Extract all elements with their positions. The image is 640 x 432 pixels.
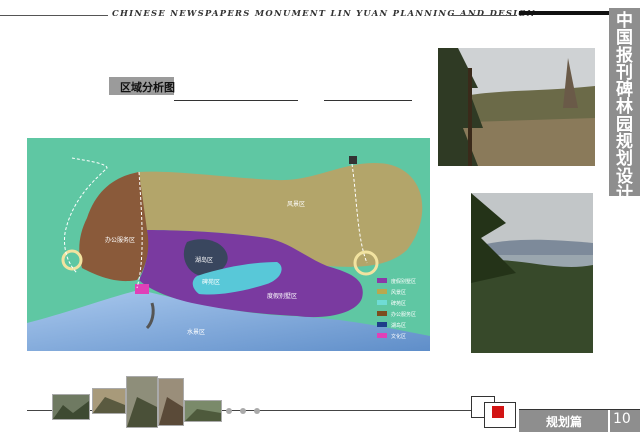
- page-number: 10: [613, 411, 631, 427]
- legend-swatch: [377, 278, 387, 283]
- side-title-char: 计: [616, 183, 633, 204]
- culture-zone: [135, 284, 149, 294]
- section-heading: 区域分析图: [120, 81, 175, 94]
- legend-label: 碑苑区: [391, 300, 406, 307]
- legend-swatch: [377, 333, 387, 338]
- header-title: CHINESE NEWSPAPERS MONUMENT LIN YUAN PLA…: [112, 8, 536, 18]
- pavilion-icon: [349, 156, 357, 164]
- zone-label: 水景区: [187, 328, 205, 336]
- footer-separator: [608, 410, 610, 432]
- pagination-dot: [240, 408, 246, 414]
- legend-label: 湖岛区: [391, 322, 406, 329]
- legend-swatch: [377, 311, 387, 316]
- legend-swatch: [377, 289, 387, 294]
- header-accent-bar: [519, 11, 610, 15]
- legend-swatch: [377, 322, 387, 327]
- site-photo-forest: [438, 48, 595, 166]
- decor-red-square: [492, 406, 504, 418]
- section-rule-right: [324, 100, 412, 101]
- side-title-char: 国: [616, 28, 633, 49]
- zone-label: 湖岛区: [195, 256, 213, 264]
- zone-label: 碑苑区: [202, 278, 220, 286]
- thumbnail-image: [52, 394, 90, 420]
- legend-label: 办公服务区: [391, 311, 416, 318]
- thumbnail-image: [92, 388, 126, 414]
- header-rule-left: [0, 15, 108, 16]
- header-rule-right: [451, 15, 517, 16]
- legend-label: 度假别墅区: [391, 278, 416, 285]
- pagination-dot: [254, 408, 260, 414]
- footer-section-label: 规划篇: [546, 415, 583, 429]
- zone-analysis-map: 风景区 办公服务区 度假别墅区 湖岛区 水景区 碑苑区 度假别墅区 风景区 碑苑…: [27, 138, 430, 351]
- legend-label: 文化区: [391, 333, 406, 340]
- side-title: 中国报刊碑林园规划设计: [612, 12, 637, 204]
- section-rule: [174, 100, 298, 101]
- legend-label: 风景区: [391, 289, 406, 296]
- thumbnail-image: [158, 378, 184, 426]
- zone-label: 度假别墅区: [267, 292, 297, 300]
- site-photo-lake: [471, 193, 593, 353]
- pagination-dot: [226, 408, 232, 414]
- thumbnail-image: [126, 376, 158, 428]
- legend-swatch: [377, 300, 387, 305]
- thumbnail-image: [184, 400, 222, 422]
- zone-label: 办公服务区: [105, 236, 135, 244]
- zone-label: 风景区: [287, 201, 305, 208]
